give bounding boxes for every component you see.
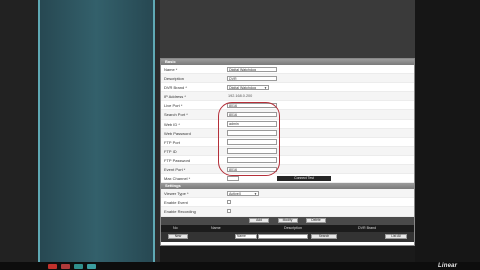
web-password-input[interactable] [227,130,277,136]
field-label: Description [164,76,185,82]
content-top-area [160,0,415,58]
basic-fields: Name * Digital Watchdog Description DVR … [161,65,414,184]
field-label: Viewer Type * [164,191,189,197]
event-port-input[interactable]: 8016 [227,166,277,173]
field-label: Enable Event [164,200,188,206]
new-button[interactable]: New [168,234,188,239]
field-label: Event Port * [164,167,186,173]
display-icon[interactable] [74,263,83,269]
list-all-button[interactable]: List All [385,234,407,239]
dvr-settings-panel: Basic Name * Digital Watchdog Descriptio… [160,58,415,246]
field-row-web-password: Web Password [161,128,414,138]
refresh-icon[interactable] [87,263,96,269]
field-label: Max Channel * [164,176,191,182]
field-label: Enable Recording [164,209,196,215]
field-row-ftp-port: FTP Port [161,138,414,147]
chevron-down-icon: ▼ [254,191,257,196]
lock-icon[interactable] [48,263,57,269]
search-button[interactable]: Search [311,234,337,239]
description-input[interactable]: DVR [227,75,277,82]
taskbar [0,262,480,270]
dvr-table-header: No Name Description DVR Brand [161,224,414,232]
field-row-enable-event: Enable Event [161,198,414,208]
field-row-name: Name * Digital Watchdog [161,65,414,75]
filter-field-select[interactable]: Name [235,234,257,239]
field-label: Search Port * [164,112,188,118]
name-input[interactable]: Digital Watchdog [227,66,277,72]
enable-recording-checkbox[interactable] [227,209,231,214]
field-label: FTP Password [164,157,191,163]
column-header-dvr-brand: DVR Brand [358,225,377,230]
alert-icon[interactable] [61,263,70,269]
field-label: DVR Brand * [164,85,187,91]
desktop-left [0,0,38,262]
search-port-input[interactable]: 8016 [227,111,277,118]
column-header-description: Description [284,225,302,230]
brand-logo: Linear [438,263,458,269]
enable-event-checkbox[interactable] [227,200,231,205]
modify-button[interactable]: Modify [277,218,298,223]
connect-test-button[interactable]: Connect Test [277,175,331,182]
filter-field-value: Name [237,234,246,238]
field-label: FTP Port [164,139,180,145]
field-row-dvr-brand: DVR Brand * Digital Watchdog ▼ [161,83,414,93]
live-port-input[interactable]: 8016 [227,102,277,109]
sidebar-panel [38,0,155,262]
delete-button[interactable]: Delete [305,218,326,223]
search-keyword-input[interactable] [258,234,308,239]
field-row-viewer-type: Viewer Type * ActiveX ▼ [161,189,414,199]
ftp-id-input[interactable] [227,148,277,154]
field-row-enable-recording: Enable Recording [161,207,414,217]
dvr-brand-select[interactable]: Digital Watchdog ▼ [227,84,269,91]
field-row-ip-address: IP Address * 192.168.0.200 [161,92,414,102]
table-toolbar-row: New Name Search List All [161,231,414,242]
field-label: Web ID * [164,121,180,127]
field-row-web-id: Web ID * admin [161,120,414,129]
ftp-password-input[interactable] [227,157,277,163]
dvr-brand-value: Digital Watchdog [229,85,257,90]
viewer-type-select[interactable]: ActiveX ▼ [227,190,259,197]
max-channel-input[interactable] [227,175,239,182]
chevron-down-icon: ▼ [264,85,267,90]
field-row-ftp-password: FTP Password [161,156,414,166]
field-label: Name * [164,67,178,72]
action-button-bar: Add Modify Delete [161,216,414,225]
field-row-ftp-id: FTP ID [161,146,414,156]
viewer-type-value: ActiveX [229,191,242,196]
ftp-port-input[interactable] [227,139,277,145]
ip-address-value: 192.168.0.200 [228,94,253,99]
field-label: IP Address * [164,94,186,100]
field-row-event-port: Event Port * 8016 [161,165,414,175]
field-label: Live Port * [164,103,183,109]
desktop-right [415,0,480,262]
web-id-input[interactable]: admin [227,121,277,127]
add-button[interactable]: Add [249,218,270,223]
field-row-search-port: Search Port * 8016 [161,110,414,120]
column-header-no: No [173,225,178,230]
field-label: Web Password [164,130,191,136]
field-row-live-port: Live Port * 8016 [161,101,414,111]
field-row-description: Description DVR [161,74,414,84]
field-label: FTP ID [164,148,177,154]
field-row-max-channel: Max Channel * Connect Test [161,174,414,184]
column-header-name: Name [211,225,221,230]
